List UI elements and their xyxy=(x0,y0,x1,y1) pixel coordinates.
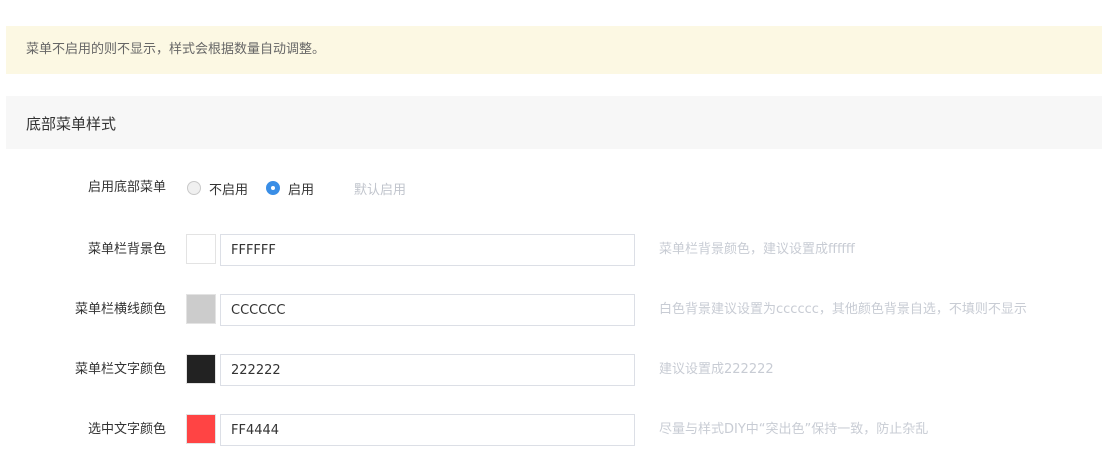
enable-menu-label: 启用底部菜单 xyxy=(87,180,166,195)
field-row-text-color: 菜单栏文字颜色 建议设置成222222 xyxy=(0,354,1102,386)
notice-banner: 菜单不启用的则不显示，样式会根据数量自动调整。 xyxy=(6,26,1102,74)
help-text-line-color: 白色背景建议设置为cccccc，其他颜色背景自选，不填则不显示 xyxy=(659,302,1027,317)
radio-disable-circle[interactable] xyxy=(187,181,201,195)
field-label-selected-color: 选中文字颜色 xyxy=(87,422,166,437)
help-text-text-color: 建议设置成222222 xyxy=(659,362,774,377)
field-label-line-color: 菜单栏横线颜色 xyxy=(74,302,166,317)
color-swatch-bg[interactable] xyxy=(186,234,216,264)
radio-disable-label[interactable]: 不启用 xyxy=(209,179,248,198)
help-text-bg-color: 菜单栏背景颜色，建议设置成ffffff xyxy=(659,242,855,257)
field-row-line-color: 菜单栏横线颜色 白色背景建议设置为cccccc，其他颜色背景自选，不填则不显示 xyxy=(0,294,1102,326)
field-label-bg-color: 菜单栏背景色 xyxy=(87,242,166,257)
field-row-selected-color: 选中文字颜色 尽量与样式DIY中“突出色”保持一致，防止杂乱 xyxy=(0,414,1102,446)
radio-disable[interactable]: 不启用 xyxy=(187,179,248,198)
line-color-input[interactable] xyxy=(220,294,635,326)
section-header: 底部菜单样式 xyxy=(6,96,1102,149)
color-swatch-line[interactable] xyxy=(186,294,216,324)
notice-text: 菜单不启用的则不显示，样式会根据数量自动调整。 xyxy=(26,42,326,57)
field-label-text-color: 菜单栏文字颜色 xyxy=(74,362,166,377)
selected-color-input[interactable] xyxy=(220,414,635,446)
radio-enable-circle[interactable] xyxy=(266,181,281,195)
field-row-bg-color: 菜单栏背景色 菜单栏背景颜色，建议设置成ffffff xyxy=(0,234,1102,266)
bg-color-input[interactable] xyxy=(220,234,635,266)
help-text-selected-color: 尽量与样式DIY中“突出色”保持一致，防止杂乱 xyxy=(659,422,929,437)
section-title: 底部菜单样式 xyxy=(26,115,117,133)
color-swatch-selected[interactable] xyxy=(186,414,216,444)
radio-enable-label[interactable]: 启用 xyxy=(288,179,314,198)
enable-menu-radio-group: 不启用 启用 默认启用 xyxy=(187,172,406,204)
enable-menu-row: 启用底部菜单 不启用 启用 默认启用 xyxy=(0,172,1102,204)
text-color-input[interactable] xyxy=(220,354,635,386)
color-swatch-text[interactable] xyxy=(186,354,216,384)
enable-menu-hint: 默认启用 xyxy=(354,182,407,198)
radio-enable[interactable]: 启用 xyxy=(266,179,314,198)
